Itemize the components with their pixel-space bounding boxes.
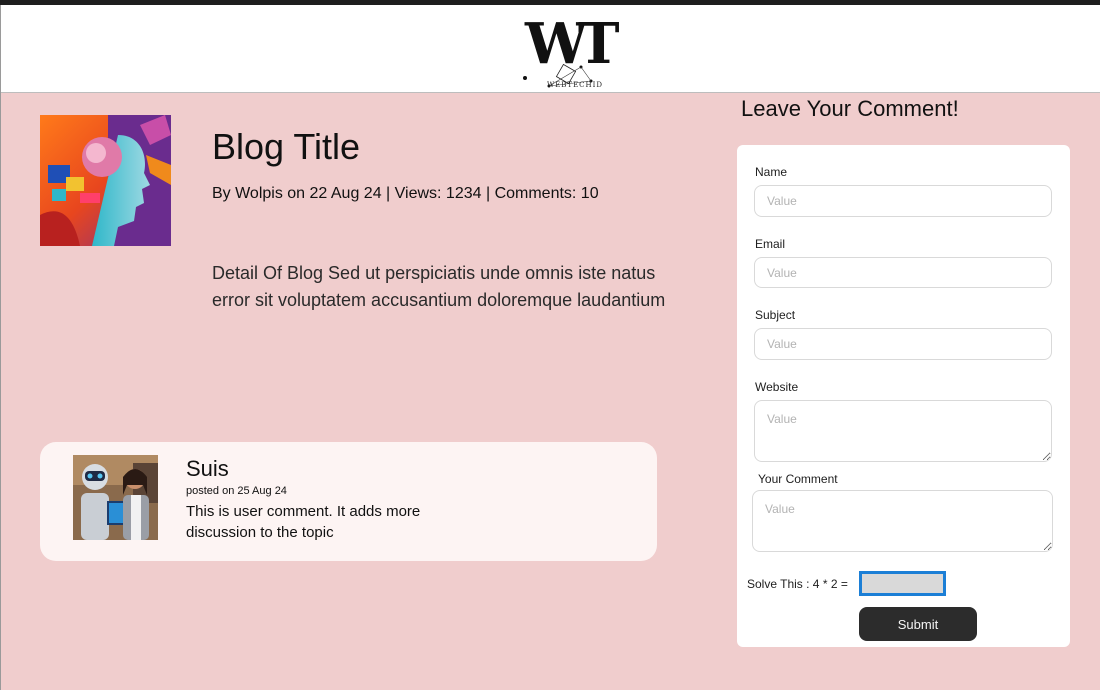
site-logo[interactable]: WT WEBTECHID	[521, 13, 620, 93]
comment-text: This is user comment. It adds more discu…	[186, 503, 421, 541]
blog-meta: By Wolpis on 22 Aug 24 | Views: 1234 | C…	[212, 185, 599, 202]
website-input[interactable]	[754, 400, 1052, 462]
subject-label: Subject	[755, 308, 796, 322]
comment-form: Name Email Subject Website Your Comment …	[737, 145, 1070, 647]
logo-subtext: WEBTECHID	[546, 81, 604, 89]
name-label: Name	[755, 165, 788, 179]
blog-featured-image	[40, 115, 171, 246]
comment-form-title: Leave Your Comment!	[741, 96, 959, 121]
blog-title: Blog Title	[212, 126, 361, 167]
site-header: WT WEBTECHID	[1, 5, 1100, 93]
email-input[interactable]	[754, 257, 1052, 288]
comment-card: Suis posted on 25 Aug 24 This is user co…	[40, 442, 657, 561]
page: WT WEBTECHID Blog Title By Wolpis on 22 …	[0, 5, 1100, 690]
submit-button[interactable]: Submit	[859, 607, 977, 641]
comment-avatar	[73, 455, 158, 540]
comment-date: posted on 25 Aug 24	[186, 485, 287, 497]
comment-label: Your Comment	[758, 472, 838, 486]
captcha-label: Solve This : 4 * 2 =	[747, 577, 848, 591]
captcha-input[interactable]	[859, 571, 946, 596]
subject-input[interactable]	[754, 328, 1052, 360]
email-label: Email	[755, 237, 786, 251]
comment-author: Suis	[186, 456, 229, 481]
comment-input[interactable]	[752, 490, 1053, 552]
website-label: Website	[755, 380, 799, 394]
name-input[interactable]	[754, 185, 1052, 217]
blog-detail: Detail Of Blog Sed ut perspiciatis unde …	[212, 263, 666, 310]
